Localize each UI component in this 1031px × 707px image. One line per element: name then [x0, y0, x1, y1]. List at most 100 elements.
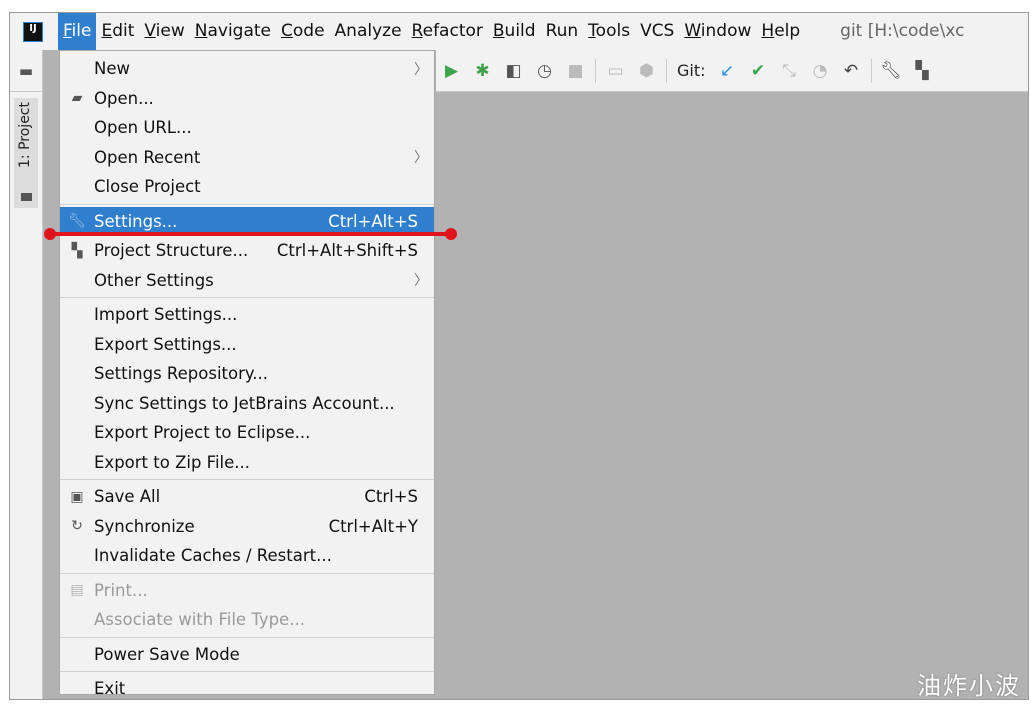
menu-item-save-all[interactable]: ▣ Save All Ctrl+S: [60, 482, 434, 512]
git-label: Git:: [677, 61, 706, 80]
menu-item-project-structure[interactable]: ▚ Project Structure... Ctrl+Alt+Shift+S: [60, 236, 434, 266]
build-artifact-icon[interactable]: ⬢: [631, 61, 662, 81]
menu-item-label: Settings...: [94, 211, 178, 231]
menu-item-label: Save All: [94, 487, 161, 507]
toolbar-separator: [595, 58, 596, 83]
menu-item-label: Synchronize: [94, 516, 195, 536]
menu-tools[interactable]: Tools: [583, 13, 635, 50]
menu-build[interactable]: Build: [488, 13, 541, 50]
shortcut-label: Ctrl+Alt+Shift+S: [276, 241, 418, 261]
coverage-icon[interactable]: ◧: [498, 61, 529, 81]
profile-icon[interactable]: ◷: [529, 61, 560, 81]
save-icon: ▣: [70, 488, 84, 505]
menu-item-sync-settings-to-jetbrains-account[interactable]: Sync Settings to JetBrains Account...: [60, 389, 434, 419]
menu-navigate[interactable]: Navigate: [190, 13, 276, 50]
folder-open-icon: ▰: [71, 90, 83, 107]
menu-run[interactable]: Run: [541, 13, 584, 50]
menu-item-label: Export to Zip File...: [94, 452, 251, 472]
toolbar: ▶ ✱ ◧ ◷ ■ ▭ ⬢ Git: ↙ ✔ ⤡ ◔ ↶ 🔧︎ ▚: [436, 50, 1028, 92]
menu-item-label: Open URL...: [94, 118, 192, 138]
menu-item-label: Open Recent: [94, 147, 201, 167]
menu-item-export-project-to-eclipse[interactable]: Export Project to Eclipse...: [60, 418, 434, 448]
menu-separator: [60, 479, 434, 480]
menu-help[interactable]: Help: [756, 13, 805, 50]
git-rollback-icon[interactable]: ↶: [836, 61, 867, 81]
menu-item-label: Export Settings...: [94, 334, 237, 354]
project-tab-label[interactable]: 1: Project: [17, 102, 33, 168]
menu-item-other-settings[interactable]: Other Settings 〉: [60, 266, 434, 296]
menu-item-export-settings[interactable]: Export Settings...: [60, 330, 434, 360]
menu-item-label: Exit: [94, 679, 126, 699]
submenu-arrow-icon: 〉: [414, 61, 428, 78]
print-icon: ▤: [70, 582, 84, 599]
menu-item-synchronize[interactable]: ↻ Synchronize Ctrl+Alt+Y: [60, 512, 434, 542]
menu-separator: [60, 297, 434, 298]
menu-item-label: Export Project to Eclipse...: [94, 423, 311, 443]
menu-item-label: Other Settings: [94, 270, 214, 290]
shortcut-label: Ctrl+Alt+S: [328, 211, 418, 231]
menu-file[interactable]: File: [58, 13, 97, 50]
menu-separator: [60, 572, 434, 574]
menu-refactor[interactable]: Refactor: [407, 13, 488, 50]
menu-item-invalidate-caches-restart[interactable]: Invalidate Caches / Restart...: [60, 541, 434, 571]
intellij-logo-icon: IJ: [23, 21, 43, 42]
menu-item-label: Power Save Mode: [94, 644, 240, 664]
menu-item-label: Import Settings...: [94, 305, 238, 325]
menu-analyze[interactable]: Analyze: [330, 13, 407, 50]
menu-view[interactable]: View: [139, 13, 189, 50]
annotation-underline: [50, 232, 452, 236]
annotation-dot-right: [445, 228, 457, 240]
menu-item-label: Sync Settings to JetBrains Account...: [94, 393, 395, 413]
menu-item-close-project[interactable]: Close Project: [60, 172, 434, 202]
shortcut-label: Ctrl+Alt+Y: [328, 516, 418, 536]
file-menu-dropdown: New 〉 ▰ Open... Open URL... Open Recent 〉 Close…: [59, 50, 435, 698]
menu-code[interactable]: Code: [276, 13, 330, 50]
menu-edit[interactable]: Edit: [96, 13, 139, 50]
menu-vcs[interactable]: VCS: [635, 13, 679, 50]
debug-icon[interactable]: ✱: [467, 61, 498, 81]
annotation-dot-left: [44, 228, 56, 240]
project-structure-icon[interactable]: ▚: [907, 61, 938, 81]
git-compare-icon[interactable]: ⤡: [774, 61, 805, 81]
menu-separator: [60, 671, 434, 672]
project-structure-icon: ▚: [71, 242, 83, 259]
menu-item-label: Open...: [94, 88, 154, 108]
sync-icon: ↻: [71, 518, 83, 535]
menu-item-associate-with-file-type: Associate with File Type...: [60, 605, 434, 635]
git-commit-icon[interactable]: ✔: [743, 61, 774, 81]
folder-icon[interactable]: ▬: [10, 50, 42, 92]
menu-item-open-url[interactable]: Open URL...: [60, 113, 434, 143]
wrench-icon: 🔧︎: [68, 213, 86, 230]
menu-item-export-to-zip-file[interactable]: Export to Zip File...: [60, 448, 434, 478]
git-history-icon[interactable]: ◔: [805, 61, 836, 81]
stop-icon[interactable]: ■: [560, 61, 591, 81]
settings-wrench-icon[interactable]: 🔧︎: [876, 61, 907, 81]
toolbar-separator: [666, 58, 667, 83]
menu-item-label: Close Project: [94, 177, 201, 197]
tool-window-strip: ▬ 1: Project: [10, 50, 43, 699]
deploy-icon[interactable]: ▭: [600, 61, 631, 81]
menu-item-open-recent[interactable]: Open Recent 〉: [60, 143, 434, 173]
watermark: 油炸小波: [917, 672, 1021, 700]
ide-window: IJ File Edit View Navigate Code Analyze …: [9, 12, 1029, 700]
menu-item-power-save-mode[interactable]: Power Save Mode: [60, 640, 434, 670]
menu-item-open[interactable]: ▰ Open...: [60, 84, 434, 114]
menu-item-settings-repository[interactable]: Settings Repository...: [60, 359, 434, 389]
menu-item-label: Associate with File Type...: [94, 610, 305, 630]
shortcut-label: Ctrl+S: [364, 487, 418, 507]
toolbar-separator: [870, 58, 872, 83]
menu-item-import-settings[interactable]: Import Settings...: [60, 300, 434, 330]
menubar: IJ File Edit View Navigate Code Analyze …: [10, 13, 1028, 50]
menu-item-label: Settings Repository...: [94, 364, 269, 384]
menu-item-label: Project Structure...: [94, 241, 249, 261]
menu-item-exit[interactable]: Exit: [60, 674, 434, 699]
project-folder-icon: [21, 193, 32, 201]
submenu-arrow-icon: 〉: [414, 150, 428, 167]
menu-item-new[interactable]: New 〉: [60, 54, 434, 84]
menu-window[interactable]: Window: [679, 13, 756, 50]
git-update-icon[interactable]: ↙: [712, 61, 743, 81]
menu-item-label: Print...: [94, 580, 148, 600]
menu-item-label: New: [94, 59, 130, 79]
menu-item-label: Invalidate Caches / Restart...: [94, 546, 332, 566]
run-icon[interactable]: ▶: [436, 61, 467, 81]
